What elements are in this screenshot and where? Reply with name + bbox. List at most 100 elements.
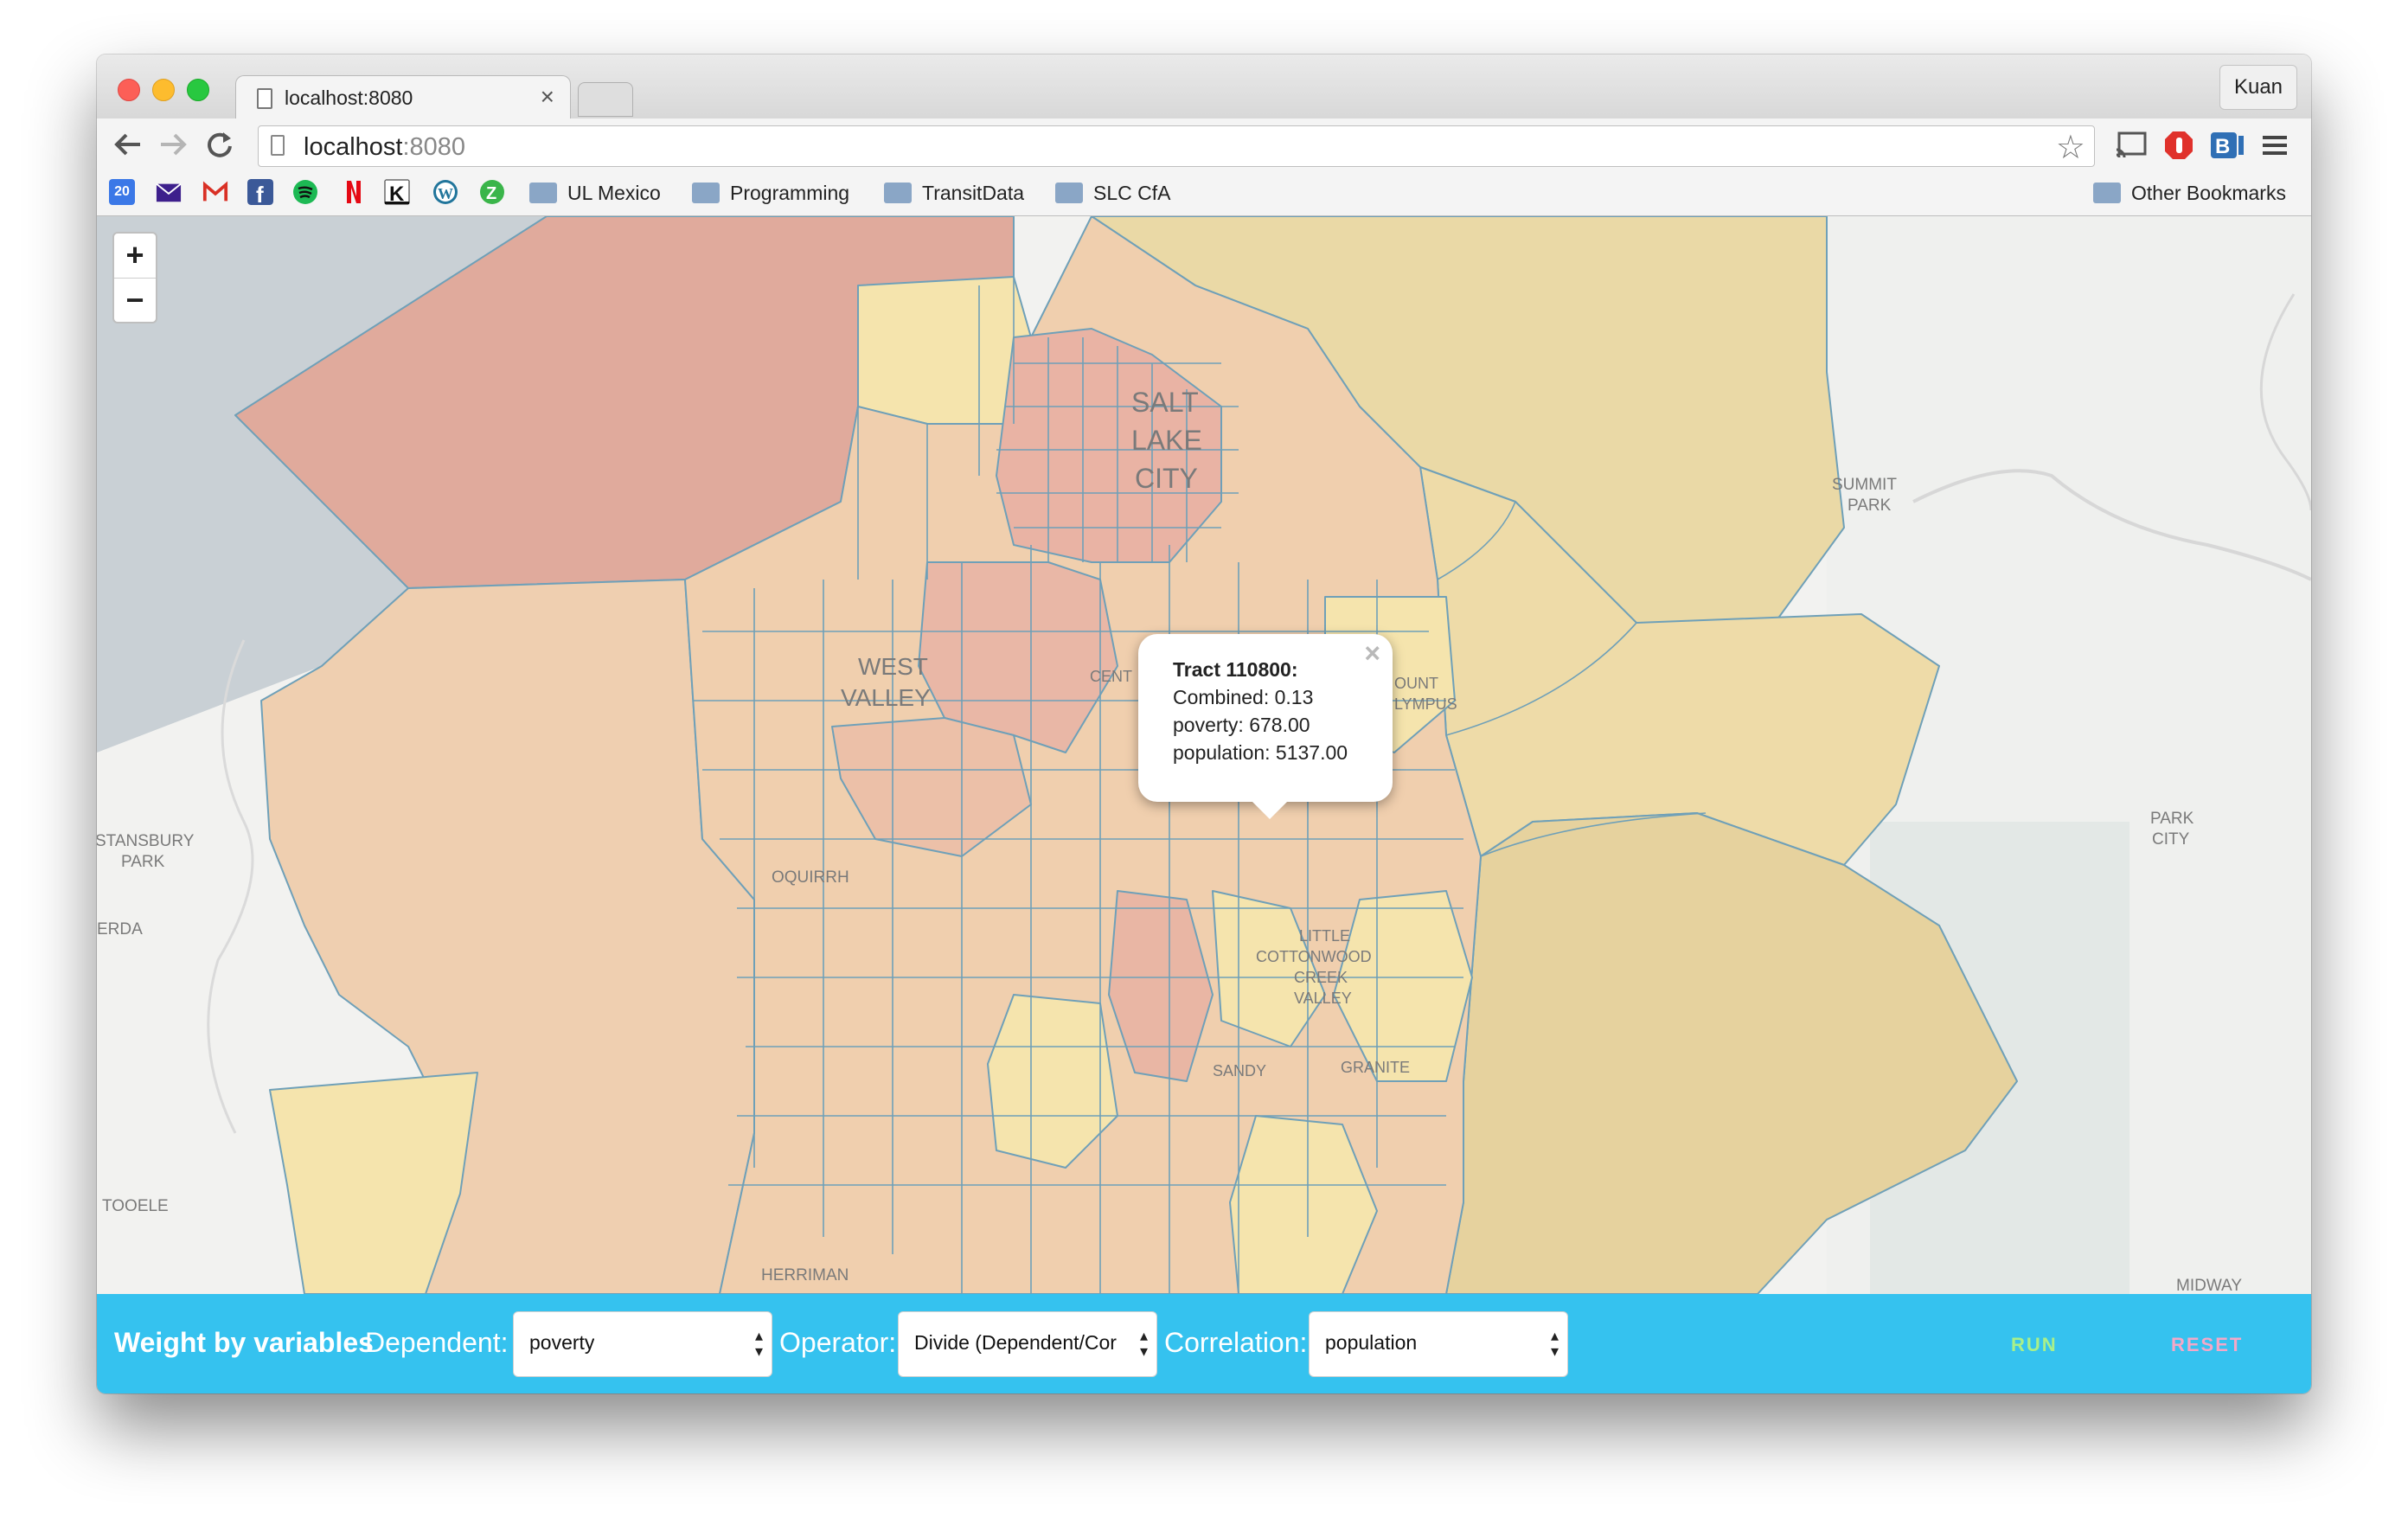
menu-icon[interactable]	[2261, 131, 2289, 160]
bookmark-folder-programming[interactable]: Programming	[692, 177, 849, 208]
bookmark-folder-label: Other Bookmarks	[2131, 182, 2286, 204]
folder-icon	[884, 182, 912, 203]
extension-b-icon[interactable]: B	[2211, 131, 2245, 160]
correlation-label: Correlation:	[1164, 1327, 1308, 1358]
correlation-select[interactable]: population ▴ ▾	[1309, 1311, 1568, 1377]
url-host: localhost	[304, 133, 403, 161]
bookmark-folder-label: Programming	[730, 182, 850, 204]
label-herriman: HERRIMAN	[761, 1266, 849, 1284]
label-valley: VALLEY	[841, 684, 931, 711]
label-olympus-2: LYMPUS	[1394, 695, 1457, 713]
label-little: LITTLE	[1299, 927, 1350, 945]
label-tooele: TOOELE	[102, 1197, 169, 1215]
new-tab-button[interactable]	[578, 82, 633, 117]
zoom-out-button[interactable]: −	[114, 278, 156, 323]
label-summit-park: PARK	[1848, 496, 1892, 515]
gmail-bookmark-icon[interactable]	[202, 179, 228, 205]
dependent-label: Dependent:	[365, 1327, 509, 1358]
label-park-city-1: PARK	[2150, 810, 2194, 828]
browser-tab[interactable]: localhost:8080 ×	[235, 75, 571, 121]
label-creek: CREEK	[1294, 969, 1348, 986]
select-arrows-icon: ▴ ▾	[1550, 1327, 1559, 1360]
page-icon	[271, 135, 285, 156]
label-sandy: SANDY	[1213, 1062, 1266, 1079]
label-erda: ERDA	[97, 920, 143, 938]
label-salt: SALT	[1131, 387, 1199, 418]
popup-close-icon[interactable]: ×	[1364, 637, 1380, 669]
census-tracts[interactable]	[234, 216, 2018, 1294]
wordpress-bookmark-icon[interactable]: W	[432, 179, 458, 205]
dependent-select[interactable]: poverty ▴ ▾	[513, 1311, 772, 1377]
address-bar[interactable]: localhost:8080 ☆	[258, 125, 2095, 167]
label-park-city-2: CITY	[2152, 830, 2190, 849]
popup-tail	[1251, 800, 1289, 819]
popup-title: Tract 110800:	[1173, 658, 1298, 681]
bookmark-folder-label: TransitData	[922, 182, 1025, 204]
tab-title: localhost:8080	[285, 86, 413, 109]
bookmark-folder-label: SLC CfA	[1093, 182, 1171, 204]
calendar-bookmark-icon[interactable]: 20	[109, 179, 135, 205]
label-west: WEST	[858, 653, 928, 680]
popup-poverty: poverty: 678.00	[1173, 714, 1310, 736]
popup-population: population: 5137.00	[1173, 741, 1348, 764]
label-olympus-1: OUNT	[1394, 675, 1438, 692]
bookmarks-bar: 20 f K W Z UL Mexico Programming Transit…	[97, 170, 2311, 216]
correlation-value: population	[1325, 1331, 1418, 1354]
url-port: :8080	[402, 133, 466, 161]
folder-icon	[1055, 182, 1083, 203]
operator-label: Operator:	[779, 1327, 897, 1358]
bookmark-star-icon[interactable]: ☆	[2056, 128, 2085, 167]
bookmark-folder-label: UL Mexico	[567, 182, 661, 204]
weight-controls-bar: Weight by variables Dependent: poverty ▴…	[97, 1294, 2311, 1393]
svg-text:Z: Z	[486, 184, 496, 203]
folder-icon	[692, 182, 720, 203]
title-bar: localhost:8080 × Kuan	[97, 54, 2311, 121]
facebook-bookmark-icon[interactable]: f	[247, 179, 273, 205]
label-oquirrh: OQUIRRH	[772, 868, 849, 887]
window-minimize-button[interactable]	[152, 79, 175, 101]
label-city: CITY	[1135, 463, 1198, 494]
folder-icon	[529, 182, 557, 203]
weight-title: Weight by variables	[114, 1327, 374, 1358]
label-valley-2: VALLEY	[1294, 990, 1352, 1007]
reset-button[interactable]: RESET	[2171, 1334, 2243, 1356]
label-stansbury-2: PARK	[121, 853, 165, 871]
svg-text:f: f	[256, 182, 264, 205]
browser-toolbar: localhost:8080 ☆ B	[97, 119, 2311, 170]
label-lake: LAKE	[1131, 425, 1202, 456]
bookmark-folder-ul-mexico[interactable]: UL Mexico	[529, 177, 661, 208]
label-stansbury-1: STANSBURY	[97, 832, 195, 850]
operator-select[interactable]: Divide (Dependent/Cor ▴ ▾	[898, 1311, 1157, 1377]
page-icon	[257, 88, 272, 109]
spotify-bookmark-icon[interactable]	[292, 179, 318, 205]
zoom-in-button[interactable]: +	[114, 234, 156, 278]
select-arrows-icon: ▴ ▾	[1139, 1327, 1148, 1360]
profile-button[interactable]: Kuan	[2219, 65, 2297, 110]
back-arrow-icon[interactable]	[112, 127, 144, 162]
label-central: CENT	[1090, 668, 1132, 685]
tab-close-icon[interactable]: ×	[541, 83, 554, 111]
window-maximize-button[interactable]	[187, 79, 209, 101]
other-bookmarks-folder[interactable]: Other Bookmarks	[2093, 177, 2286, 208]
label-granite: GRANITE	[1341, 1059, 1410, 1076]
svg-text:W: W	[438, 185, 453, 202]
browser-window: localhost:8080 × Kuan localhost:8080 ☆ B…	[97, 54, 2311, 1393]
reload-icon[interactable]	[204, 127, 235, 162]
forward-arrow-icon[interactable]	[157, 127, 189, 162]
adblock-icon[interactable]	[2164, 131, 2193, 160]
bookmark-folder-transitdata[interactable]: TransitData	[884, 177, 1024, 208]
window-close-button[interactable]	[118, 79, 140, 101]
z-bookmark-icon[interactable]: Z	[479, 179, 505, 205]
address-url: localhost:8080	[304, 133, 465, 162]
cast-icon[interactable]	[2114, 131, 2149, 160]
mail-bookmark-icon[interactable]	[156, 179, 182, 205]
run-button[interactable]: RUN	[2011, 1334, 2058, 1356]
popup-combined: Combined: 0.13	[1173, 686, 1314, 708]
bookmark-folder-slc-cfa[interactable]: SLC CfA	[1055, 177, 1170, 208]
svg-text:B: B	[2215, 135, 2230, 158]
tract-popup: × Tract 110800: Combined: 0.13 poverty: …	[1138, 634, 1393, 819]
map-view[interactable]: SALT LAKE CITY WEST VALLEY CENT OUNT LYM…	[97, 216, 2311, 1294]
netflix-bookmark-icon[interactable]	[341, 179, 367, 205]
label-summit: SUMMIT	[1832, 476, 1897, 494]
k-bookmark-icon[interactable]: K	[384, 179, 410, 205]
